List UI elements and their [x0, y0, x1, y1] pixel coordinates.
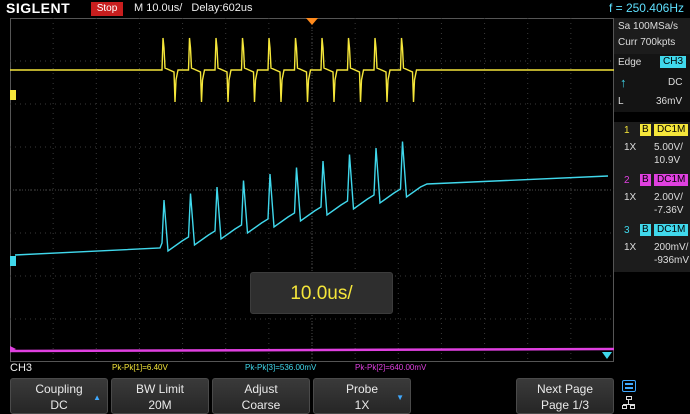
next-page-softkey[interactable]: Next Page Page 1/3 [516, 378, 614, 414]
timebase-popup: 10.0us/ [250, 272, 393, 314]
trigger-level-icon [602, 352, 612, 359]
active-channel-label: CH3 [10, 362, 33, 374]
coupling-softkey[interactable]: Coupling DC ▲ [10, 378, 108, 414]
trigger-position-icon [306, 18, 318, 25]
acquisition-box[interactable]: Sa 100MSa/s Curr 700kpts [614, 18, 690, 54]
measurement-bar: CH3 Pk-Pk[1]=6.40V Pk-Pk[3]=536.00mV Pk-… [0, 362, 614, 376]
ch1-offset-marker [10, 90, 16, 100]
measurement-pkpk-3: Pk-Pk[3]=536.00mV [245, 363, 317, 372]
top-status-bar: SIGLENT Stop M 10.0us/ Delay:602us f = 2… [0, 0, 690, 18]
bw-limit-softkey-title: BW Limit [136, 382, 184, 396]
bw-limit-softkey[interactable]: BW Limit 20M [111, 378, 209, 414]
ch1-scale: 5.00V/ [654, 142, 683, 153]
ch2-probe: 1X [624, 192, 637, 203]
ch3-bw-badge: B [640, 224, 651, 236]
channel-1-box[interactable]: 1 B DC1M 1X 5.00V/ 10.9V [614, 122, 690, 172]
ch1-waveform [10, 37, 614, 103]
ch2-coupling: DC1M [654, 174, 689, 186]
ch2-waveform [10, 347, 614, 353]
ch3-offset: -936mV [654, 255, 690, 266]
channel-3-box[interactable]: 3 B DC1M 1X 200mV/ -936mV [614, 222, 690, 272]
ch3-coupling: DC1M [654, 224, 689, 236]
ch1-bw-badge: B [640, 124, 651, 136]
ch2-scale: 2.00V/ [654, 192, 683, 203]
brand-logo: SIGLENT [6, 0, 71, 16]
network-icon [622, 396, 636, 410]
ch3-number: 3 [624, 225, 630, 236]
frequency-counter: f = 250.406Hz [608, 1, 684, 15]
adjust-softkey-value: Coarse [241, 398, 281, 412]
trigger-source: CH3 [660, 56, 687, 68]
ch3-scale: 200mV/ [654, 242, 689, 253]
bw-limit-softkey-value: 20M [148, 398, 172, 412]
memory-depth: Curr 700kpts [618, 37, 676, 48]
ch1-coupling: DC1M [654, 124, 689, 136]
ch2-number: 2 [624, 175, 630, 186]
measurement-pkpk-2: Pk-Pk[2]=640.00mV [355, 363, 427, 372]
usb-icon [622, 380, 636, 392]
trigger-box[interactable]: Edge CH3 ↑ DC L 36mV [614, 54, 690, 112]
ch1-probe: 1X [624, 142, 637, 153]
timebase-label: M 10.0us/ [134, 2, 183, 14]
measurement-pkpk-1: Pk-Pk[1]=6.40V [112, 363, 168, 372]
trigger-type: Edge [618, 57, 642, 68]
timebase-readout[interactable]: M 10.0us/ Delay:602us [134, 2, 253, 14]
ch2-bw-badge: B [640, 174, 651, 186]
arrow-up-icon: ▲ [93, 393, 101, 402]
ch1-number: 1 [624, 125, 630, 136]
waveform-display[interactable]: 10.0us/ [10, 18, 614, 362]
softkey-bar: Coupling DC ▲ BW Limit 20M Adjust Coarse… [0, 376, 690, 414]
trigger-coupling: DC [668, 77, 683, 88]
delay-label: Delay:602us [191, 2, 253, 14]
trigger-level: 36mV [656, 96, 683, 107]
channel-2-box[interactable]: 2 B DC1M 1X 2.00V/ -7.36V [614, 172, 690, 222]
sample-rate: Sa 100MSa/s [618, 21, 679, 32]
rising-edge-icon: ↑ [620, 75, 627, 90]
ch1-offset: 10.9V [654, 155, 681, 166]
adjust-softkey-title: Adjust [244, 382, 278, 396]
adjust-softkey[interactable]: Adjust Coarse [212, 378, 310, 414]
probe-softkey[interactable]: Probe 1X ▼ [313, 378, 411, 414]
run-stop-badge[interactable]: Stop [91, 2, 123, 16]
arrow-down-icon: ▼ [396, 393, 404, 402]
next-page-softkey-title: Next Page [536, 382, 594, 396]
ch2-offset: -7.36V [654, 205, 684, 216]
ch3-offset-marker [10, 256, 16, 266]
trigger-level-label: L [618, 96, 624, 107]
right-info-panel: Sa 100MSa/s Curr 700kpts Edge CH3 ↑ DC L… [614, 18, 690, 376]
next-page-softkey-value: Page 1/3 [540, 398, 590, 412]
ch3-probe: 1X [624, 242, 637, 253]
